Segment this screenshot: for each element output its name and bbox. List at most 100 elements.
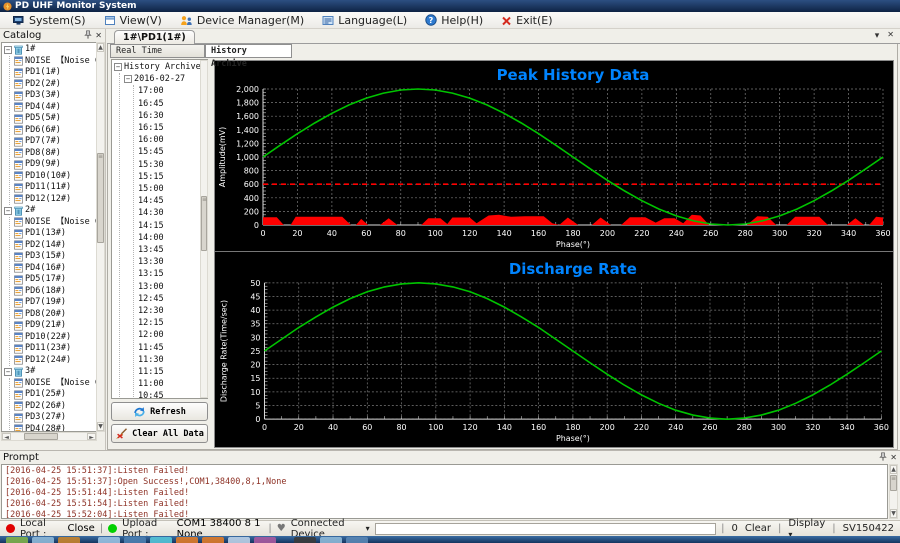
scroll-up-icon[interactable]: ▲ bbox=[97, 43, 104, 52]
history-time-item[interactable]: 14:00 bbox=[138, 232, 207, 244]
os-taskbar[interactable] bbox=[0, 536, 900, 543]
scroll-thumb[interactable]: ≡ bbox=[890, 475, 897, 491]
menu-item-system[interactable]: System(S) bbox=[4, 13, 95, 28]
taskbar-button[interactable] bbox=[254, 537, 276, 543]
connected-device-combo[interactable] bbox=[375, 523, 716, 535]
collapse-icon[interactable]: − bbox=[124, 75, 132, 83]
catalog-channel-item[interactable]: PD8(8#) bbox=[14, 148, 96, 160]
history-time-item[interactable]: 13:00 bbox=[138, 281, 207, 293]
taskbar-button[interactable] bbox=[176, 537, 198, 543]
catalog-channel-item[interactable]: PD1(13#) bbox=[14, 228, 96, 240]
tab-list-chevron-icon[interactable]: ▾ bbox=[875, 31, 880, 41]
catalog-channel-item[interactable]: PD4(28#) bbox=[14, 424, 96, 433]
history-time-item[interactable]: 16:00 bbox=[138, 134, 207, 146]
collapse-icon[interactable]: − bbox=[4, 368, 12, 376]
catalog-channel-item[interactable]: PD7(7#) bbox=[14, 136, 96, 148]
collapse-icon[interactable]: − bbox=[4, 46, 12, 54]
catalog-channel-item[interactable]: PD12(12#) bbox=[14, 194, 96, 206]
catalog-channel-item[interactable]: NOISE 【Noise C bbox=[14, 217, 96, 229]
history-time-item[interactable]: 16:30 bbox=[138, 110, 207, 122]
history-time-item[interactable]: 12:00 bbox=[138, 329, 207, 341]
scroll-up-icon[interactable]: ▲ bbox=[890, 465, 897, 474]
catalog-group-label[interactable]: 1# bbox=[25, 44, 35, 56]
history-time-item[interactable]: 10:45 bbox=[138, 390, 207, 399]
history-time-item[interactable]: 11:00 bbox=[138, 378, 207, 390]
catalog-channel-item[interactable]: PD2(14#) bbox=[14, 240, 96, 252]
catalog-channel-item[interactable]: PD3(3#) bbox=[14, 90, 96, 102]
close-icon[interactable]: ✕ bbox=[95, 32, 102, 40]
history-time-item[interactable]: 15:15 bbox=[138, 171, 207, 183]
history-time-item[interactable]: 12:15 bbox=[138, 317, 207, 329]
catalog-channel-item[interactable]: PD10(22#) bbox=[14, 332, 96, 344]
pin-icon[interactable] bbox=[84, 30, 92, 42]
catalog-channel-item[interactable]: PD11(23#) bbox=[14, 343, 96, 355]
catalog-channel-item[interactable]: NOISE 【Noise C bbox=[14, 378, 96, 390]
history-time-item[interactable]: 13:30 bbox=[138, 256, 207, 268]
catalog-channel-item[interactable]: PD7(19#) bbox=[14, 297, 96, 309]
tab-close-icon[interactable]: ✕ bbox=[887, 31, 894, 41]
taskbar-button[interactable] bbox=[320, 537, 342, 543]
catalog-channel-item[interactable]: PD1(1#) bbox=[14, 67, 96, 79]
catalog-channel-item[interactable]: PD10(10#) bbox=[14, 171, 96, 183]
history-time-item[interactable]: 15:45 bbox=[138, 146, 207, 158]
catalog-channel-item[interactable]: PD5(5#) bbox=[14, 113, 96, 125]
history-time-item[interactable]: 16:45 bbox=[138, 98, 207, 110]
history-time-item[interactable]: 12:30 bbox=[138, 305, 207, 317]
clear-counter-button[interactable]: Clear bbox=[745, 523, 771, 534]
refresh-button[interactable]: Refresh bbox=[111, 402, 208, 421]
catalog-group-label[interactable]: 2# bbox=[25, 205, 35, 217]
catalog-horizontal-scrollbar[interactable]: ◄ ► bbox=[1, 432, 97, 441]
history-time-item[interactable]: 15:30 bbox=[138, 159, 207, 171]
catalog-channel-item[interactable]: NOISE 【Noise C bbox=[14, 56, 96, 68]
history-time-item[interactable]: 13:45 bbox=[138, 244, 207, 256]
menu-item-language[interactable]: Language(L) bbox=[313, 13, 416, 28]
catalog-channel-item[interactable]: PD6(6#) bbox=[14, 125, 96, 137]
menu-item-help[interactable]: ?Help(H) bbox=[416, 13, 492, 28]
taskbar-button[interactable] bbox=[6, 537, 28, 543]
taskbar-button[interactable] bbox=[346, 537, 368, 543]
tab-pd1[interactable]: 1#\PD1(1#) bbox=[114, 30, 195, 44]
taskbar-button[interactable] bbox=[228, 537, 250, 543]
clear-all-data-button[interactable]: Clear All Data bbox=[111, 424, 208, 443]
history-time-item[interactable]: 14:45 bbox=[138, 195, 207, 207]
menu-item-view[interactable]: View(V) bbox=[95, 13, 171, 28]
catalog-group-label[interactable]: 3# bbox=[25, 366, 35, 378]
scroll-thumb[interactable]: ≡ bbox=[97, 153, 104, 243]
catalog-channel-item[interactable]: PD2(26#) bbox=[14, 401, 96, 413]
history-time-item[interactable]: 16:15 bbox=[138, 122, 207, 134]
catalog-channel-item[interactable]: PD3(15#) bbox=[14, 251, 96, 263]
history-time-item[interactable]: 12:45 bbox=[138, 293, 207, 305]
menu-item-exit[interactable]: Exit(E) bbox=[492, 13, 561, 28]
taskbar-button[interactable] bbox=[98, 537, 120, 543]
history-date-item[interactable]: 2016-02-27 bbox=[134, 73, 185, 85]
catalog-channel-item[interactable]: PD8(20#) bbox=[14, 309, 96, 321]
catalog-channel-item[interactable]: PD3(27#) bbox=[14, 412, 96, 424]
catalog-channel-item[interactable]: PD5(17#) bbox=[14, 274, 96, 286]
history-time-item[interactable]: 14:15 bbox=[138, 220, 207, 232]
history-tree-scrollbar[interactable]: ≡ bbox=[200, 60, 208, 398]
history-time-item[interactable]: 17:00 bbox=[138, 85, 207, 97]
scroll-down-icon[interactable]: ▼ bbox=[97, 422, 104, 431]
history-archive-tree[interactable]: −History Archive−2016-02-2717:0016:4516:… bbox=[111, 59, 208, 399]
taskbar-button[interactable] bbox=[294, 537, 316, 543]
chevron-down-icon[interactable]: ▾ bbox=[366, 524, 370, 533]
catalog-channel-item[interactable]: PD6(18#) bbox=[14, 286, 96, 298]
menu-item-device-manager[interactable]: Device Manager(M) bbox=[171, 13, 313, 28]
history-time-item[interactable]: 13:15 bbox=[138, 268, 207, 280]
history-time-item[interactable]: 15:00 bbox=[138, 183, 207, 195]
taskbar-button[interactable] bbox=[150, 537, 172, 543]
catalog-channel-item[interactable]: PD4(4#) bbox=[14, 102, 96, 114]
pin-icon[interactable] bbox=[879, 452, 887, 464]
history-root-label[interactable]: History Archive bbox=[124, 61, 201, 73]
taskbar-button[interactable] bbox=[32, 537, 54, 543]
prompt-scrollbar[interactable]: ▲ ≡ ▼ bbox=[889, 464, 898, 519]
catalog-channel-item[interactable]: PD11(11#) bbox=[14, 182, 96, 194]
catalog-channel-item[interactable]: PD1(25#) bbox=[14, 389, 96, 401]
catalog-channel-item[interactable]: PD9(21#) bbox=[14, 320, 96, 332]
history-time-item[interactable]: 11:45 bbox=[138, 342, 207, 354]
close-icon[interactable]: ✕ bbox=[890, 454, 897, 462]
catalog-channel-item[interactable]: PD12(24#) bbox=[14, 355, 96, 367]
catalog-tree[interactable]: −1#NOISE 【Noise CPD1(1#)PD2(2#)PD3(3#)PD… bbox=[1, 42, 97, 432]
catalog-vertical-scrollbar[interactable]: ▲ ≡ ▼ bbox=[96, 42, 105, 432]
history-time-item[interactable]: 11:30 bbox=[138, 354, 207, 366]
